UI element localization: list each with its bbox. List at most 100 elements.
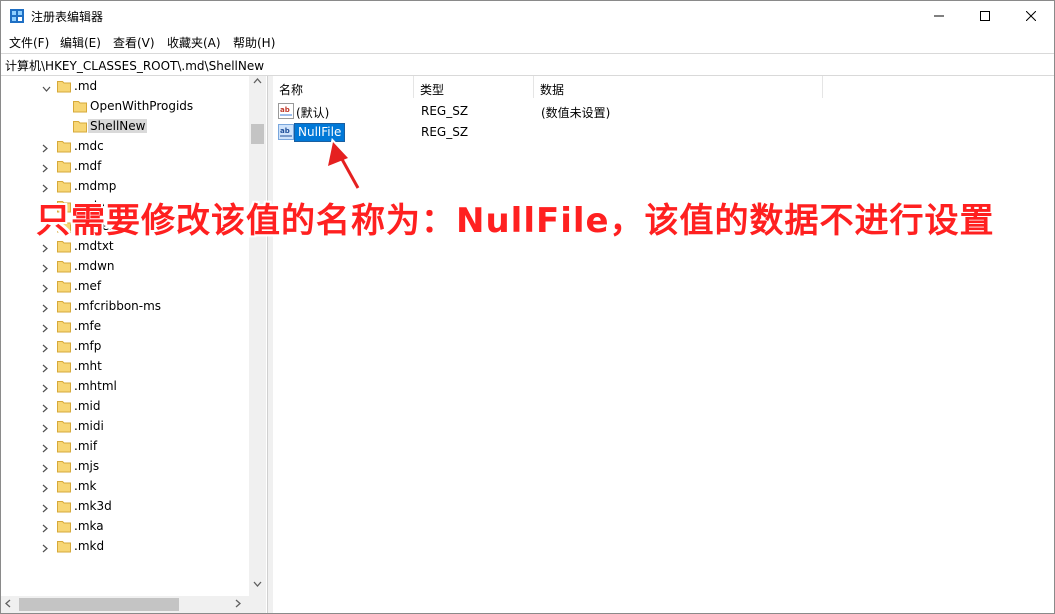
tree-item[interactable]: .md (1, 76, 249, 96)
address-bar[interactable]: 计算机\HKEY_CLASSES_ROOT\.md\ShellNew (1, 53, 1054, 76)
chevron-right-icon[interactable] (42, 402, 49, 416)
folder-icon (57, 439, 71, 456)
value-type: REG_SZ (421, 104, 469, 118)
tree-item-label: .mka (74, 519, 104, 533)
chevron-right-icon[interactable] (42, 442, 49, 456)
tree-item[interactable]: .mid (1, 396, 249, 416)
chevron-right-icon[interactable] (42, 282, 49, 296)
tree-item-label: .mjs (74, 459, 100, 473)
tree-item-label: ShellNew (88, 119, 148, 133)
tree-item[interactable]: .mht (1, 356, 249, 376)
tree-item-label: .mfe (74, 319, 102, 333)
tree-item[interactable]: .mdc (1, 136, 249, 156)
tree-item[interactable]: .mfp (1, 336, 249, 356)
tree-item-label: .mdf (74, 159, 102, 173)
scroll-right-icon[interactable] (235, 599, 241, 608)
tree-item[interactable]: .mef (1, 276, 249, 296)
folder-icon (57, 539, 71, 556)
tree-item-label: .md (74, 79, 98, 93)
folder-icon (57, 479, 71, 496)
chevron-right-icon[interactable] (42, 462, 49, 476)
tree-horizontal-scrollbar[interactable] (1, 596, 249, 613)
tree-item[interactable]: .mkd (1, 536, 249, 556)
tree-vertical-scrollbar[interactable] (249, 76, 266, 596)
chevron-right-icon[interactable] (42, 322, 49, 336)
tree-item[interactable]: OpenWithProgids (1, 96, 249, 116)
chevron-right-icon[interactable] (42, 522, 49, 536)
values-list-pane: 名称 类型 数据 ab (默认) REG_SZ (数值未设置) ab NullF… (273, 76, 1054, 613)
chevron-right-icon[interactable] (42, 502, 49, 516)
chevron-right-icon[interactable] (42, 342, 49, 356)
chevron-right-icon[interactable] (42, 482, 49, 496)
chevron-right-icon[interactable] (42, 382, 49, 396)
chevron-right-icon[interactable] (42, 162, 49, 176)
value-name: (默认) (296, 106, 330, 120)
tree-item-label: .mht (74, 359, 102, 373)
menu-edit[interactable]: 编辑(E) (60, 34, 101, 51)
tree-item[interactable]: .mif (1, 436, 249, 456)
chevron-right-icon[interactable] (42, 302, 49, 316)
menu-favorites[interactable]: 收藏夹(A) (167, 34, 221, 51)
address-path[interactable]: 计算机\HKEY_CLASSES_ROOT\.md\ShellNew (5, 57, 264, 74)
folder-icon (57, 459, 71, 476)
minimize-icon (934, 15, 944, 17)
scroll-down-icon[interactable] (253, 581, 262, 587)
scroll-up-icon[interactable] (253, 78, 262, 84)
folder-icon (73, 99, 87, 116)
tree-item[interactable]: .mdf (1, 156, 249, 176)
maximize-icon (980, 11, 990, 21)
column-type-header[interactable]: 类型 (414, 76, 534, 98)
svg-text:ab: ab (280, 127, 290, 135)
title-bar: 注册表编辑器 (1, 1, 1054, 31)
tree-item[interactable]: .mk (1, 476, 249, 496)
tree-item-label: OpenWithProgids (90, 99, 194, 113)
tree-item[interactable]: .mfe (1, 316, 249, 336)
tree-item-label: .mfcribbon-ms (74, 299, 162, 313)
svg-text:ab: ab (280, 106, 290, 114)
folder-icon (57, 139, 71, 156)
chevron-right-icon[interactable] (42, 422, 49, 436)
rename-value-input[interactable]: NullFile (294, 123, 346, 142)
tree-item-label: .mif (74, 439, 98, 453)
column-data-header[interactable]: 数据 (534, 76, 823, 98)
maximize-button[interactable] (962, 1, 1008, 31)
chevron-right-icon[interactable] (42, 362, 49, 376)
chevron-down-icon[interactable] (42, 82, 51, 96)
folder-icon (57, 419, 71, 436)
close-icon (1026, 11, 1036, 21)
folder-icon (57, 79, 71, 96)
column-name-label: 名称 (279, 83, 304, 97)
scroll-thumb-horizontal[interactable] (19, 598, 179, 611)
chevron-right-icon[interactable] (42, 262, 49, 276)
chevron-right-icon[interactable] (42, 142, 49, 156)
tree-item[interactable]: .mhtml (1, 376, 249, 396)
tree-item-label: .midi (74, 419, 104, 433)
menu-view[interactable]: 查看(V) (113, 34, 155, 51)
tree-item[interactable]: .mdwn (1, 256, 249, 276)
list-header: 名称 类型 数据 (273, 76, 823, 98)
chevron-right-icon[interactable] (42, 542, 49, 556)
tree-item[interactable]: ShellNew (1, 116, 249, 136)
key-tree: .md OpenWithProgids ShellNew .mdc .mdf .mdmp.… (1, 76, 249, 596)
scroll-left-icon[interactable] (5, 599, 11, 608)
menu-help[interactable]: 帮助(H) (233, 34, 275, 51)
tree-item[interactable]: .midi (1, 416, 249, 436)
menu-file[interactable]: 文件(F) (9, 34, 49, 51)
close-button[interactable] (1008, 1, 1054, 31)
tree-item-label: .mef (74, 279, 102, 293)
tree-item-label: .mdwn (74, 259, 115, 273)
tree-item[interactable]: .mka (1, 516, 249, 536)
minimize-button[interactable] (916, 1, 962, 31)
value-row-default[interactable]: ab (默认) REG_SZ (数值未设置) (273, 101, 833, 121)
tree-item[interactable]: .mk3d (1, 496, 249, 516)
column-name-header[interactable]: 名称 (273, 76, 414, 98)
tree-item[interactable]: .mfcribbon-ms (1, 296, 249, 316)
regedit-window: 注册表编辑器 文件(F) 编辑(E) 查看(V) 收藏夹(A) 帮助(H) 计算… (0, 0, 1055, 614)
tree-item-label: .mhtml (74, 379, 117, 393)
menu-bar: 文件(F) 编辑(E) 查看(V) 收藏夹(A) 帮助(H) (1, 31, 1054, 52)
scroll-thumb[interactable] (251, 124, 264, 144)
regedit-app-icon (10, 9, 24, 23)
value-row-nullfile[interactable]: ab NullFile REG_SZ (273, 122, 833, 142)
chevron-right-icon[interactable] (42, 242, 49, 256)
tree-item[interactable]: .mjs (1, 456, 249, 476)
